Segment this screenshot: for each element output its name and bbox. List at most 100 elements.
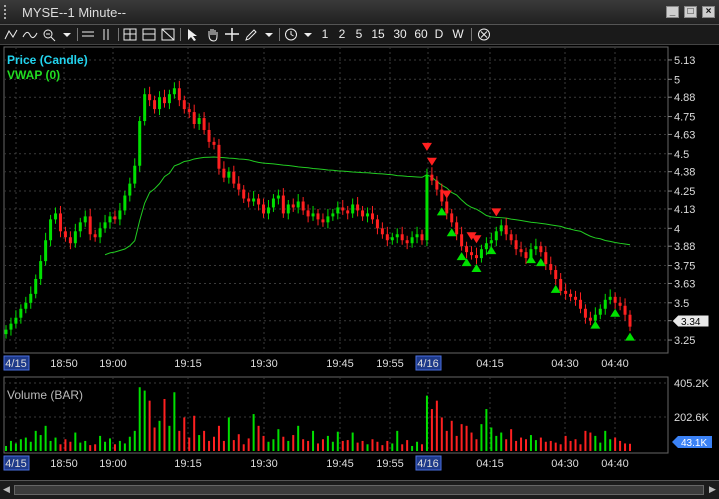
- interval-daily-button[interactable]: D: [434, 27, 444, 42]
- dropdown-icon[interactable]: [60, 27, 74, 42]
- candle-body: [242, 189, 246, 199]
- volume-bar: [500, 432, 503, 451]
- interval-2-button[interactable]: 2: [337, 27, 347, 42]
- minimize-button[interactable]: _: [666, 6, 679, 18]
- time-axis-label: 19:00: [99, 458, 127, 470]
- volume-bar: [168, 425, 171, 451]
- line-style-icon[interactable]: [22, 27, 38, 42]
- candle-body: [504, 225, 508, 235]
- scroll-right-icon[interactable]: ▶: [709, 484, 716, 495]
- volume-bar: [515, 440, 518, 451]
- interval-60-button[interactable]: 60: [413, 27, 429, 42]
- candle-body: [564, 290, 568, 294]
- dropdown-icon[interactable]: [301, 27, 315, 42]
- candle-body: [489, 240, 493, 244]
- pencil-icon[interactable]: [243, 27, 259, 42]
- maximize-button[interactable]: □: [684, 6, 697, 18]
- candle-body: [162, 97, 166, 104]
- cursor-tool-icon[interactable]: [3, 27, 19, 42]
- time-axis-label: 19:15: [174, 458, 202, 470]
- sell-signal-marker: [426, 157, 437, 166]
- crosshair-icon[interactable]: [224, 27, 240, 42]
- candle-body: [291, 204, 295, 208]
- volume-bar: [485, 409, 488, 451]
- scrollbar-thumb[interactable]: [14, 485, 704, 495]
- volume-bar: [371, 439, 374, 451]
- candle-body: [415, 234, 419, 238]
- volume-bar: [425, 395, 428, 451]
- current-volume-tag: 43.1K: [672, 436, 712, 449]
- scroll-left-icon[interactable]: ◀: [3, 484, 10, 495]
- candle-body: [88, 216, 92, 235]
- volume-bar: [455, 435, 458, 451]
- zoom-box-icon[interactable]: [160, 27, 176, 42]
- volume-bar: [604, 430, 607, 451]
- volume-bar: [312, 430, 315, 451]
- horizontal-line-icon[interactable]: [80, 27, 96, 42]
- volume-bar: [178, 430, 181, 451]
- price-tick-label: 4.25: [674, 186, 695, 198]
- interval-weekly-button[interactable]: W: [452, 27, 464, 42]
- candle-body: [628, 314, 632, 327]
- candle-body: [58, 213, 62, 232]
- candle-body: [578, 299, 582, 309]
- candle-body: [509, 234, 513, 241]
- close-button[interactable]: ×: [702, 6, 715, 18]
- candle-body: [534, 246, 538, 250]
- vertical-line-icon[interactable]: [98, 27, 114, 42]
- volume-bar: [614, 437, 617, 451]
- volume-bar: [544, 441, 547, 451]
- fit-box-icon[interactable]: [141, 27, 157, 42]
- time-axis-label: 04:40: [601, 458, 629, 470]
- pointer-icon[interactable]: [185, 27, 201, 42]
- interval-1-button[interactable]: 1: [320, 27, 330, 42]
- candle-body: [539, 246, 543, 253]
- candle-body: [14, 317, 18, 324]
- price-tick-label: 3.88: [674, 241, 695, 253]
- interval-30-button[interactable]: 30: [392, 27, 408, 42]
- axes: 5.13 5 4.88 4.75 4.63 4.5 4.38 4.25 4.13 4 3.88 3.7…: [3, 55, 710, 471]
- hand-pan-icon[interactable]: [205, 27, 221, 42]
- horizontal-scrollbar[interactable]: ◀ ▶: [0, 480, 719, 499]
- volume-bar: [74, 432, 77, 451]
- volume-bar: [609, 439, 612, 451]
- volume-bar: [584, 430, 587, 451]
- time-axis-label: 19:30: [250, 458, 278, 470]
- volume-bar: [272, 439, 275, 451]
- dropdown-icon[interactable]: [262, 27, 276, 42]
- clock-icon[interactable]: [283, 27, 299, 42]
- volume-bar: [480, 424, 483, 451]
- volume-bar: [525, 439, 527, 451]
- interval-5-button[interactable]: 5: [354, 27, 364, 42]
- candle-body: [385, 234, 389, 241]
- cancel-circle-icon[interactable]: [476, 27, 492, 42]
- volume-bar: [84, 440, 87, 451]
- signal-markers: [421, 142, 635, 341]
- candle-body: [351, 204, 355, 214]
- candle-body: [479, 249, 483, 259]
- candle-body: [366, 213, 370, 217]
- volume-bar: [287, 440, 290, 451]
- volume-bar: [99, 435, 102, 451]
- chart-area[interactable]: 5.13 5 4.88 4.75 4.63 4.5 4.38 4.25 4.13 4 3.88 3.7…: [0, 45, 719, 480]
- candle-body: [618, 302, 622, 306]
- volume-bar: [505, 439, 508, 451]
- candle-body: [608, 296, 612, 300]
- candle-body: [430, 174, 434, 181]
- volume-tick-label: 202.6K: [674, 412, 710, 424]
- candle-body: [24, 302, 28, 309]
- interval-15-button[interactable]: 15: [370, 27, 386, 42]
- time-axis-label: 04:30: [551, 458, 579, 470]
- zoom-out-icon[interactable]: [41, 27, 57, 42]
- time-axis-label: 19:15: [174, 358, 202, 370]
- volume-bar: [366, 444, 369, 451]
- candle-body: [321, 219, 325, 223]
- candle-body: [603, 299, 607, 309]
- volume-bar: [460, 424, 463, 451]
- drag-grip-icon[interactable]: [4, 5, 16, 19]
- volume-bar: [529, 435, 532, 451]
- volume-panel-border: [3, 376, 669, 454]
- volume-bar: [148, 400, 151, 451]
- crosshair-box-icon[interactable]: [122, 27, 138, 42]
- volume-bar: [19, 439, 22, 451]
